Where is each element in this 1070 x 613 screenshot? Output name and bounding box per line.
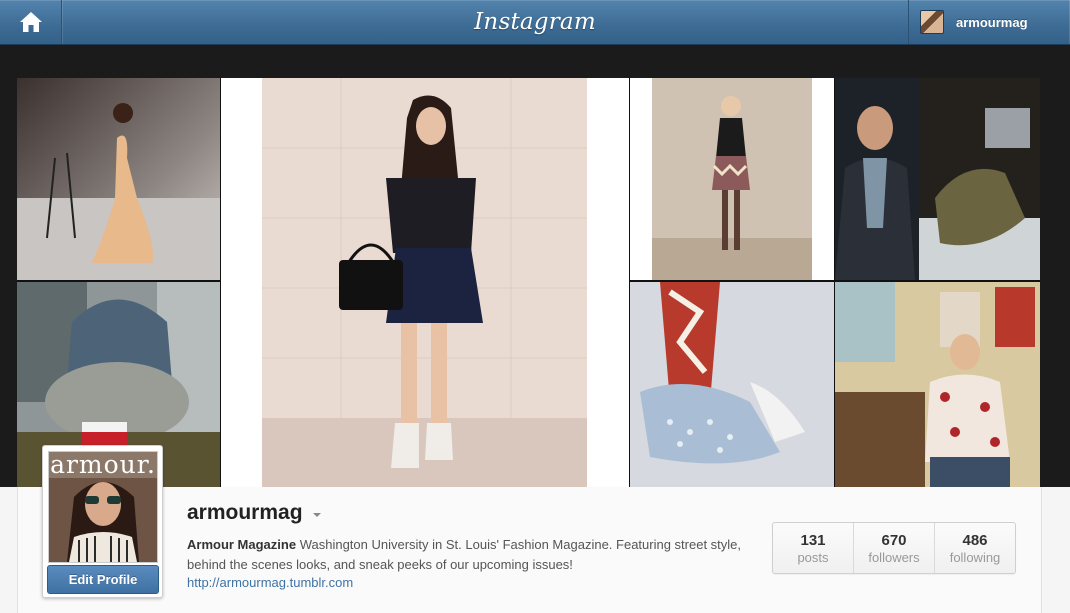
profile-stats: 131 posts 670 followers 486 following: [772, 522, 1016, 574]
photo-tile[interactable]: [835, 282, 1040, 487]
photo-tile[interactable]: [835, 78, 1040, 280]
photo-tile-large[interactable]: [221, 78, 629, 487]
stat-label: following: [949, 550, 1001, 565]
avatar-masthead-text: armour.: [50, 451, 156, 479]
photo-tile[interactable]: [17, 78, 220, 280]
profile-website-link[interactable]: http://armourmag.tumblr.com: [187, 575, 353, 590]
profile-avatar-card: armour. Edit Profile: [42, 445, 163, 598]
user-avatar-thumbnail: [920, 10, 944, 34]
photo-tile[interactable]: [630, 78, 834, 280]
profile-avatar[interactable]: armour.: [48, 451, 158, 563]
stat-label: posts: [797, 550, 829, 565]
stat-followers[interactable]: 670 followers: [853, 523, 934, 573]
edit-profile-button[interactable]: Edit Profile: [47, 565, 159, 594]
stat-posts[interactable]: 131 posts: [773, 523, 853, 573]
stat-count: 486: [962, 532, 988, 549]
photo-tile[interactable]: [630, 282, 834, 487]
top-nav-bar: Instagram armourmag: [0, 0, 1070, 45]
profile-bio: Armour Magazine Washington University in…: [187, 535, 767, 575]
stat-following[interactable]: 486 following: [934, 523, 1015, 573]
photo-grid: [17, 78, 1040, 487]
profile-username: armourmag: [187, 501, 303, 524]
profile-full-name: Armour Magazine: [187, 537, 297, 552]
nav-username: armourmag: [956, 14, 1028, 30]
stat-count: 670: [881, 532, 907, 549]
home-button[interactable]: [0, 0, 62, 44]
stat-count: 131: [800, 532, 826, 549]
stat-label: followers: [868, 550, 920, 565]
user-menu-button[interactable]: armourmag: [908, 0, 1070, 44]
home-icon: [19, 12, 42, 32]
chevron-down-icon[interactable]: [313, 513, 321, 517]
